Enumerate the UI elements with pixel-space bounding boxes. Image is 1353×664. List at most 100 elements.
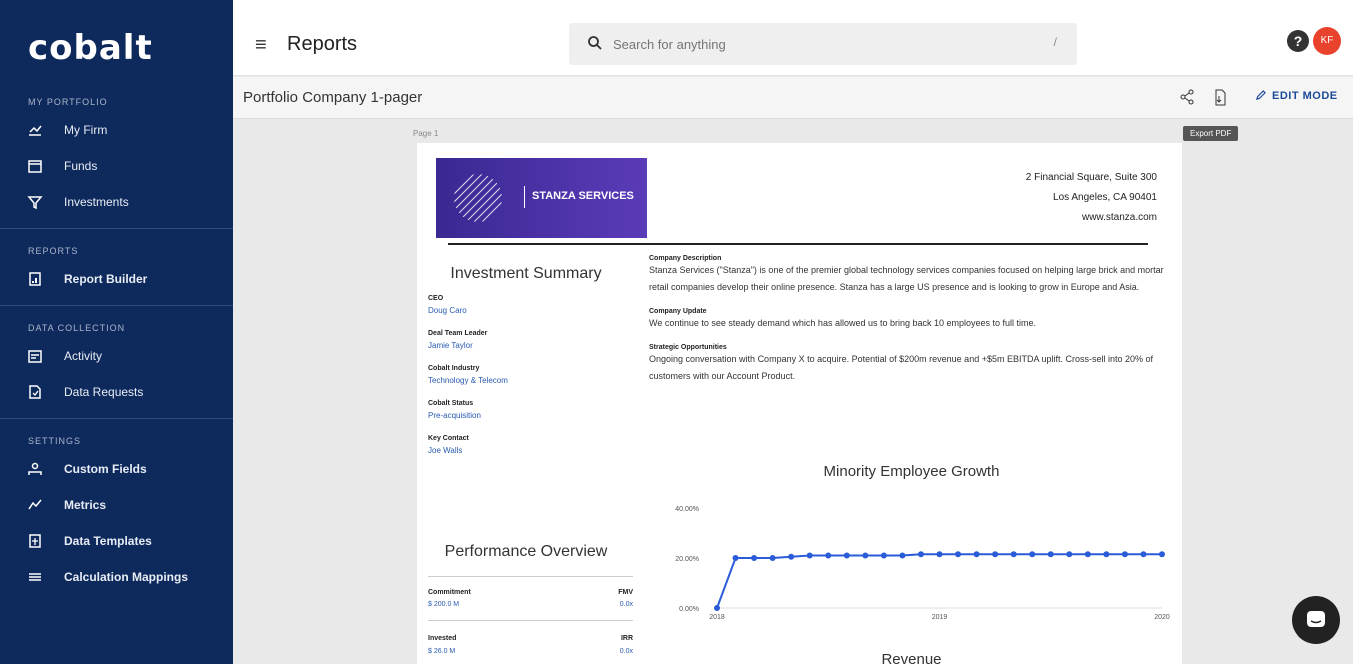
search-shortcut: / xyxy=(1053,35,1057,49)
data-point xyxy=(862,552,869,559)
y-tick-label: 40.00% xyxy=(675,506,699,513)
template-icon xyxy=(26,532,44,550)
field-value[interactable]: Doug Caro xyxy=(428,306,635,315)
page-title: Reports xyxy=(287,33,358,55)
search-bar[interactable]: / xyxy=(569,23,1077,65)
series-line xyxy=(716,553,1162,609)
logo[interactable]: cobalt xyxy=(0,0,233,92)
sidebar-item-label: Funds xyxy=(64,159,98,173)
field-value[interactable]: Technology & Telecom xyxy=(428,376,635,385)
hamburger-icon[interactable]: ≡ xyxy=(255,34,267,57)
sidebar-item-funds[interactable]: Funds xyxy=(0,148,233,184)
divider xyxy=(0,418,233,419)
sub-header: Portfolio Company 1-pager EDIT MODE Expo… xyxy=(233,77,1353,141)
perf-label: Commitment xyxy=(428,589,471,596)
address-line: www.stanza.com xyxy=(1081,212,1157,223)
section-title-settings: SETTINGS xyxy=(28,436,82,446)
perf-value: $ 26.0 M xyxy=(428,648,456,655)
edit-mode-label: EDIT MODE xyxy=(1272,90,1338,102)
address-line: 2 Financial Square, Suite 300 xyxy=(1025,172,1157,183)
sidebar-item-activity[interactable]: Activity xyxy=(0,338,233,374)
section-heading: Investment Summary xyxy=(450,265,602,282)
data-point xyxy=(899,552,906,559)
y-tick-label: 20.00% xyxy=(675,556,699,563)
sidebar-item-label: Data Templates xyxy=(64,534,152,548)
data-point xyxy=(880,552,887,559)
data-point xyxy=(1066,551,1073,558)
perf-label: IRR xyxy=(620,635,633,642)
field-label: Cobalt Industry xyxy=(428,365,480,372)
data-point xyxy=(769,555,776,561)
sidebar-item-custom-fields[interactable]: Custom Fields xyxy=(0,451,233,487)
calendar-icon xyxy=(26,157,44,175)
mapping-icon xyxy=(26,568,44,586)
data-point xyxy=(973,551,980,558)
section-title-reports: REPORTS xyxy=(28,246,79,256)
section-text: Ongoing conversation with Company X to a… xyxy=(649,354,1154,381)
perf-value: 0.0x xyxy=(619,648,633,655)
chart-title: Minority Employee Growth xyxy=(823,463,1000,480)
sidebar-item-calculation-mappings[interactable]: Calculation Mappings xyxy=(0,559,233,595)
chat-icon xyxy=(1307,611,1325,627)
company-name: STANZA SERVICES xyxy=(532,190,634,202)
section-label: Company Update xyxy=(649,308,707,315)
request-icon xyxy=(26,383,44,401)
perf-value: 0.0x xyxy=(619,601,633,608)
sidebar-item-data-templates[interactable]: Data Templates xyxy=(0,523,233,559)
page-label: Page 1 xyxy=(413,129,439,138)
data-point xyxy=(1047,551,1054,558)
edit-mode-button[interactable]: EDIT MODE xyxy=(1255,90,1338,102)
data-point xyxy=(788,553,795,560)
avatar[interactable]: KF xyxy=(1313,27,1341,55)
field-label: Key Contact xyxy=(428,435,469,442)
sidebar-item-label: Calculation Mappings xyxy=(64,570,189,584)
fields-icon xyxy=(26,460,44,478)
section-label: Company Description xyxy=(649,255,722,262)
field-value[interactable]: Joe Walls xyxy=(428,446,635,455)
field-value[interactable]: Jamie Taylor xyxy=(428,341,635,350)
sidebar-item-report-builder[interactable]: Report Builder xyxy=(0,261,233,297)
sidebar-item-label: Metrics xyxy=(64,498,107,512)
sidebar-item-my-firm[interactable]: My Firm xyxy=(0,112,233,148)
perf-label: Invested xyxy=(428,635,457,642)
report-document: STANZA SERVICES 2 Financial Square, Suit… xyxy=(417,143,1182,664)
sidebar-item-label: Report Builder xyxy=(64,272,148,286)
field-label: CEO xyxy=(428,295,444,302)
funnel-icon xyxy=(26,193,44,211)
address-line: Los Angeles, CA 90401 xyxy=(1053,192,1157,203)
perf-value: $ 200.0 M xyxy=(428,601,460,608)
divider xyxy=(428,576,633,577)
investment-summary: Investment Summary CEO Doug Caro Deal Tea… xyxy=(417,253,635,470)
data-point xyxy=(825,552,832,559)
chat-button[interactable] xyxy=(1292,596,1340,644)
sidebar-item-metrics[interactable]: Metrics xyxy=(0,487,233,523)
data-point xyxy=(1159,551,1165,558)
pencil-icon xyxy=(1255,90,1266,101)
data-point xyxy=(732,555,739,561)
share-icon[interactable] xyxy=(1179,89,1195,108)
x-tick-label: 2019 xyxy=(932,614,948,621)
section-title-data-collection: DATA COLLECTION xyxy=(28,323,126,333)
search-icon xyxy=(587,35,603,56)
company-banner: STANZA SERVICES xyxy=(436,158,647,238)
data-point xyxy=(1010,551,1017,558)
pdf-icon[interactable] xyxy=(1212,89,1228,110)
field-value[interactable]: Pre-acquisition xyxy=(428,411,635,420)
sidebar-item-data-requests[interactable]: Data Requests xyxy=(0,374,233,410)
sidebar-item-label: Custom Fields xyxy=(64,462,147,476)
section-title-portfolio: MY PORTFOLIO xyxy=(28,97,108,107)
data-point xyxy=(955,551,962,558)
data-point xyxy=(806,552,813,559)
section-text: Stanza Services ("Stanza") is one of the… xyxy=(649,265,1164,292)
search-input[interactable] xyxy=(613,34,1033,54)
section-label: Strategic Opportunities xyxy=(649,344,727,351)
sidebar-item-label: Investments xyxy=(64,195,129,209)
sidebar-item-investments[interactable]: Investments xyxy=(0,184,233,220)
help-icon[interactable]: ? xyxy=(1287,30,1309,52)
data-point xyxy=(1029,551,1036,558)
activity-icon xyxy=(26,347,44,365)
data-point xyxy=(751,555,758,561)
summary-field: Cobalt Status Pre-acquisition xyxy=(417,400,635,420)
field-label: Deal Team Leader xyxy=(428,330,488,337)
summary-field: Deal Team Leader Jamie Taylor xyxy=(417,330,635,350)
